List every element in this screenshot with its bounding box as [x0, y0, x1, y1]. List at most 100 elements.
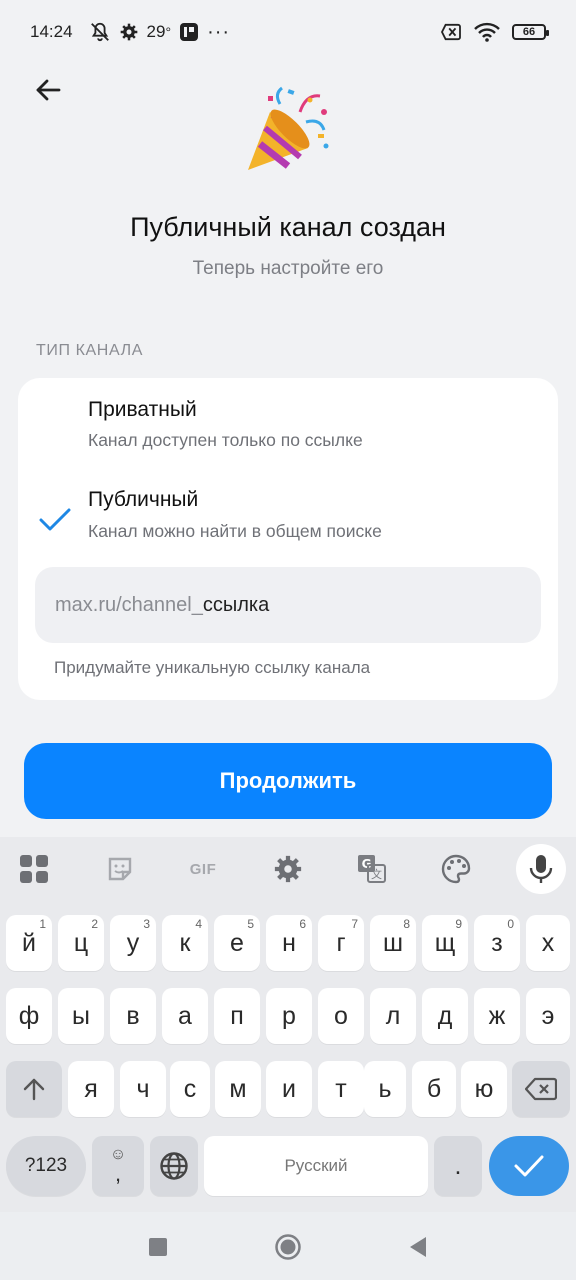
enter-key[interactable] — [489, 1136, 569, 1196]
option-title: Публичный — [88, 488, 199, 511]
key-с[interactable]: с — [170, 1061, 210, 1117]
svg-text:文: 文 — [371, 867, 382, 881]
palette-icon[interactable] — [434, 849, 478, 889]
key-number: 3 — [143, 917, 150, 931]
key-label: ц — [73, 928, 89, 957]
back-nav-button[interactable] — [403, 1232, 433, 1262]
key-т[interactable]: т — [318, 1061, 364, 1117]
backspace-key[interactable] — [512, 1061, 570, 1117]
key-к[interactable]: к4 — [162, 915, 208, 971]
checkmark-icon — [38, 502, 72, 536]
key-ч[interactable]: ч — [120, 1061, 166, 1117]
key-number: 1 — [39, 917, 46, 931]
period-key[interactable]: . — [434, 1136, 482, 1196]
sim-off-icon — [440, 23, 462, 41]
key-number: 4 — [195, 917, 202, 931]
keyboard-toolbar: GIF G文 — [0, 837, 576, 903]
key-х[interactable]: х — [526, 915, 570, 971]
status-time: 14:24 — [30, 22, 73, 41]
key-number: 9 — [455, 917, 462, 931]
key-р[interactable]: р — [266, 988, 312, 1044]
option-description: Канал можно найти в общем поиске — [88, 521, 382, 541]
channel-type-label: ТИП КАНАЛА — [36, 342, 143, 359]
key-э[interactable]: э — [526, 988, 570, 1044]
key-ф[interactable]: ф — [6, 988, 52, 1044]
voice-input-button[interactable] — [516, 844, 566, 894]
key-ш[interactable]: ш8 — [370, 915, 416, 971]
shift-arrow-icon — [23, 1078, 45, 1101]
checkmark-icon — [514, 1155, 544, 1177]
more-status-icon: ··· — [207, 20, 231, 43]
battery-icon: 66 — [512, 24, 549, 40]
key-н[interactable]: н6 — [266, 915, 312, 971]
key-е[interactable]: е5 — [214, 915, 260, 971]
temperature: 29° — [146, 22, 172, 41]
key-label: н — [282, 928, 296, 957]
key-д[interactable]: д — [422, 988, 468, 1044]
key-и[interactable]: и — [266, 1061, 312, 1117]
key-у[interactable]: у3 — [110, 915, 156, 971]
link-prefix: max.ru/channel_ — [55, 593, 203, 616]
back-button[interactable] — [30, 72, 66, 108]
key-label: е — [230, 928, 244, 957]
key-п[interactable]: п — [214, 988, 260, 1044]
emoji-comma-key[interactable]: ☺ , — [92, 1136, 144, 1196]
app-notification-icon — [179, 22, 199, 42]
link-hint: Придумайте уникальную ссылку канала — [54, 658, 371, 677]
key-м[interactable]: м — [215, 1061, 261, 1117]
continue-button[interactable]: Продолжить — [24, 743, 552, 819]
system-navigation-bar — [0, 1212, 576, 1280]
key-label: у — [126, 928, 140, 957]
language-key[interactable] — [150, 1136, 198, 1196]
gif-button[interactable]: GIF — [181, 849, 225, 889]
key-number: 7 — [351, 917, 358, 931]
symbols-key[interactable]: ?123 — [6, 1136, 86, 1196]
key-label: х — [541, 928, 555, 957]
option-title: Приватный — [88, 398, 197, 421]
key-л[interactable]: л — [370, 988, 416, 1044]
settings-gear-icon[interactable] — [266, 849, 310, 889]
key-в[interactable]: в — [110, 988, 156, 1044]
link-value: ссылка — [202, 593, 270, 616]
comma-label: , — [114, 1161, 122, 1186]
key-щ[interactable]: щ9 — [422, 915, 468, 971]
triangle-back-icon — [410, 1237, 426, 1257]
key-number: 2 — [91, 917, 98, 931]
apps-grid-icon[interactable] — [12, 849, 56, 889]
notifications-off-icon — [89, 21, 111, 43]
key-number: 5 — [247, 917, 254, 931]
key-ь[interactable]: ь — [364, 1061, 406, 1117]
key-о[interactable]: о — [318, 988, 364, 1044]
svg-text:G: G — [362, 857, 372, 871]
party-popper-icon — [240, 82, 336, 178]
key-ы[interactable]: ы — [58, 988, 104, 1044]
sticker-icon[interactable] — [98, 849, 142, 889]
key-label: з — [491, 928, 503, 957]
option-private[interactable]: Приватный Канал доступен только по ссылк… — [18, 378, 558, 464]
translate-icon[interactable]: G文 — [350, 849, 394, 889]
page-subtitle: Теперь настройте его — [192, 258, 384, 279]
space-key[interactable]: Русский — [204, 1136, 428, 1196]
key-ж[interactable]: ж — [474, 988, 520, 1044]
option-public[interactable]: Публичный Канал можно найти в общем поис… — [18, 470, 558, 556]
home-button[interactable] — [273, 1232, 303, 1262]
keyboard: GIF G文 й1 ц2 у3 к4 е5 н6 г7 ш8 щ9 з0 х ф… — [0, 837, 576, 1212]
key-й[interactable]: й1 — [6, 915, 52, 971]
settings-gear-icon — [119, 22, 139, 42]
key-з[interactable]: з0 — [474, 915, 520, 971]
key-а[interactable]: а — [162, 988, 208, 1044]
key-я[interactable]: я — [68, 1061, 114, 1117]
shift-key[interactable] — [6, 1061, 62, 1117]
key-label: к — [179, 928, 191, 957]
recents-button[interactable] — [143, 1232, 173, 1262]
key-ц[interactable]: ц2 — [58, 915, 104, 971]
channel-link-input[interactable]: max.ru/channel_ ссылка — [35, 567, 541, 643]
key-б[interactable]: б — [412, 1061, 456, 1117]
gif-label: GIF — [189, 860, 217, 878]
key-г[interactable]: г7 — [318, 915, 364, 971]
key-label: ш — [382, 928, 404, 957]
arrow-left-icon — [36, 79, 61, 101]
key-number: 0 — [507, 917, 514, 931]
key-ю[interactable]: ю — [461, 1061, 507, 1117]
status-bar: 14:24 29° ··· 66 — [0, 0, 576, 64]
